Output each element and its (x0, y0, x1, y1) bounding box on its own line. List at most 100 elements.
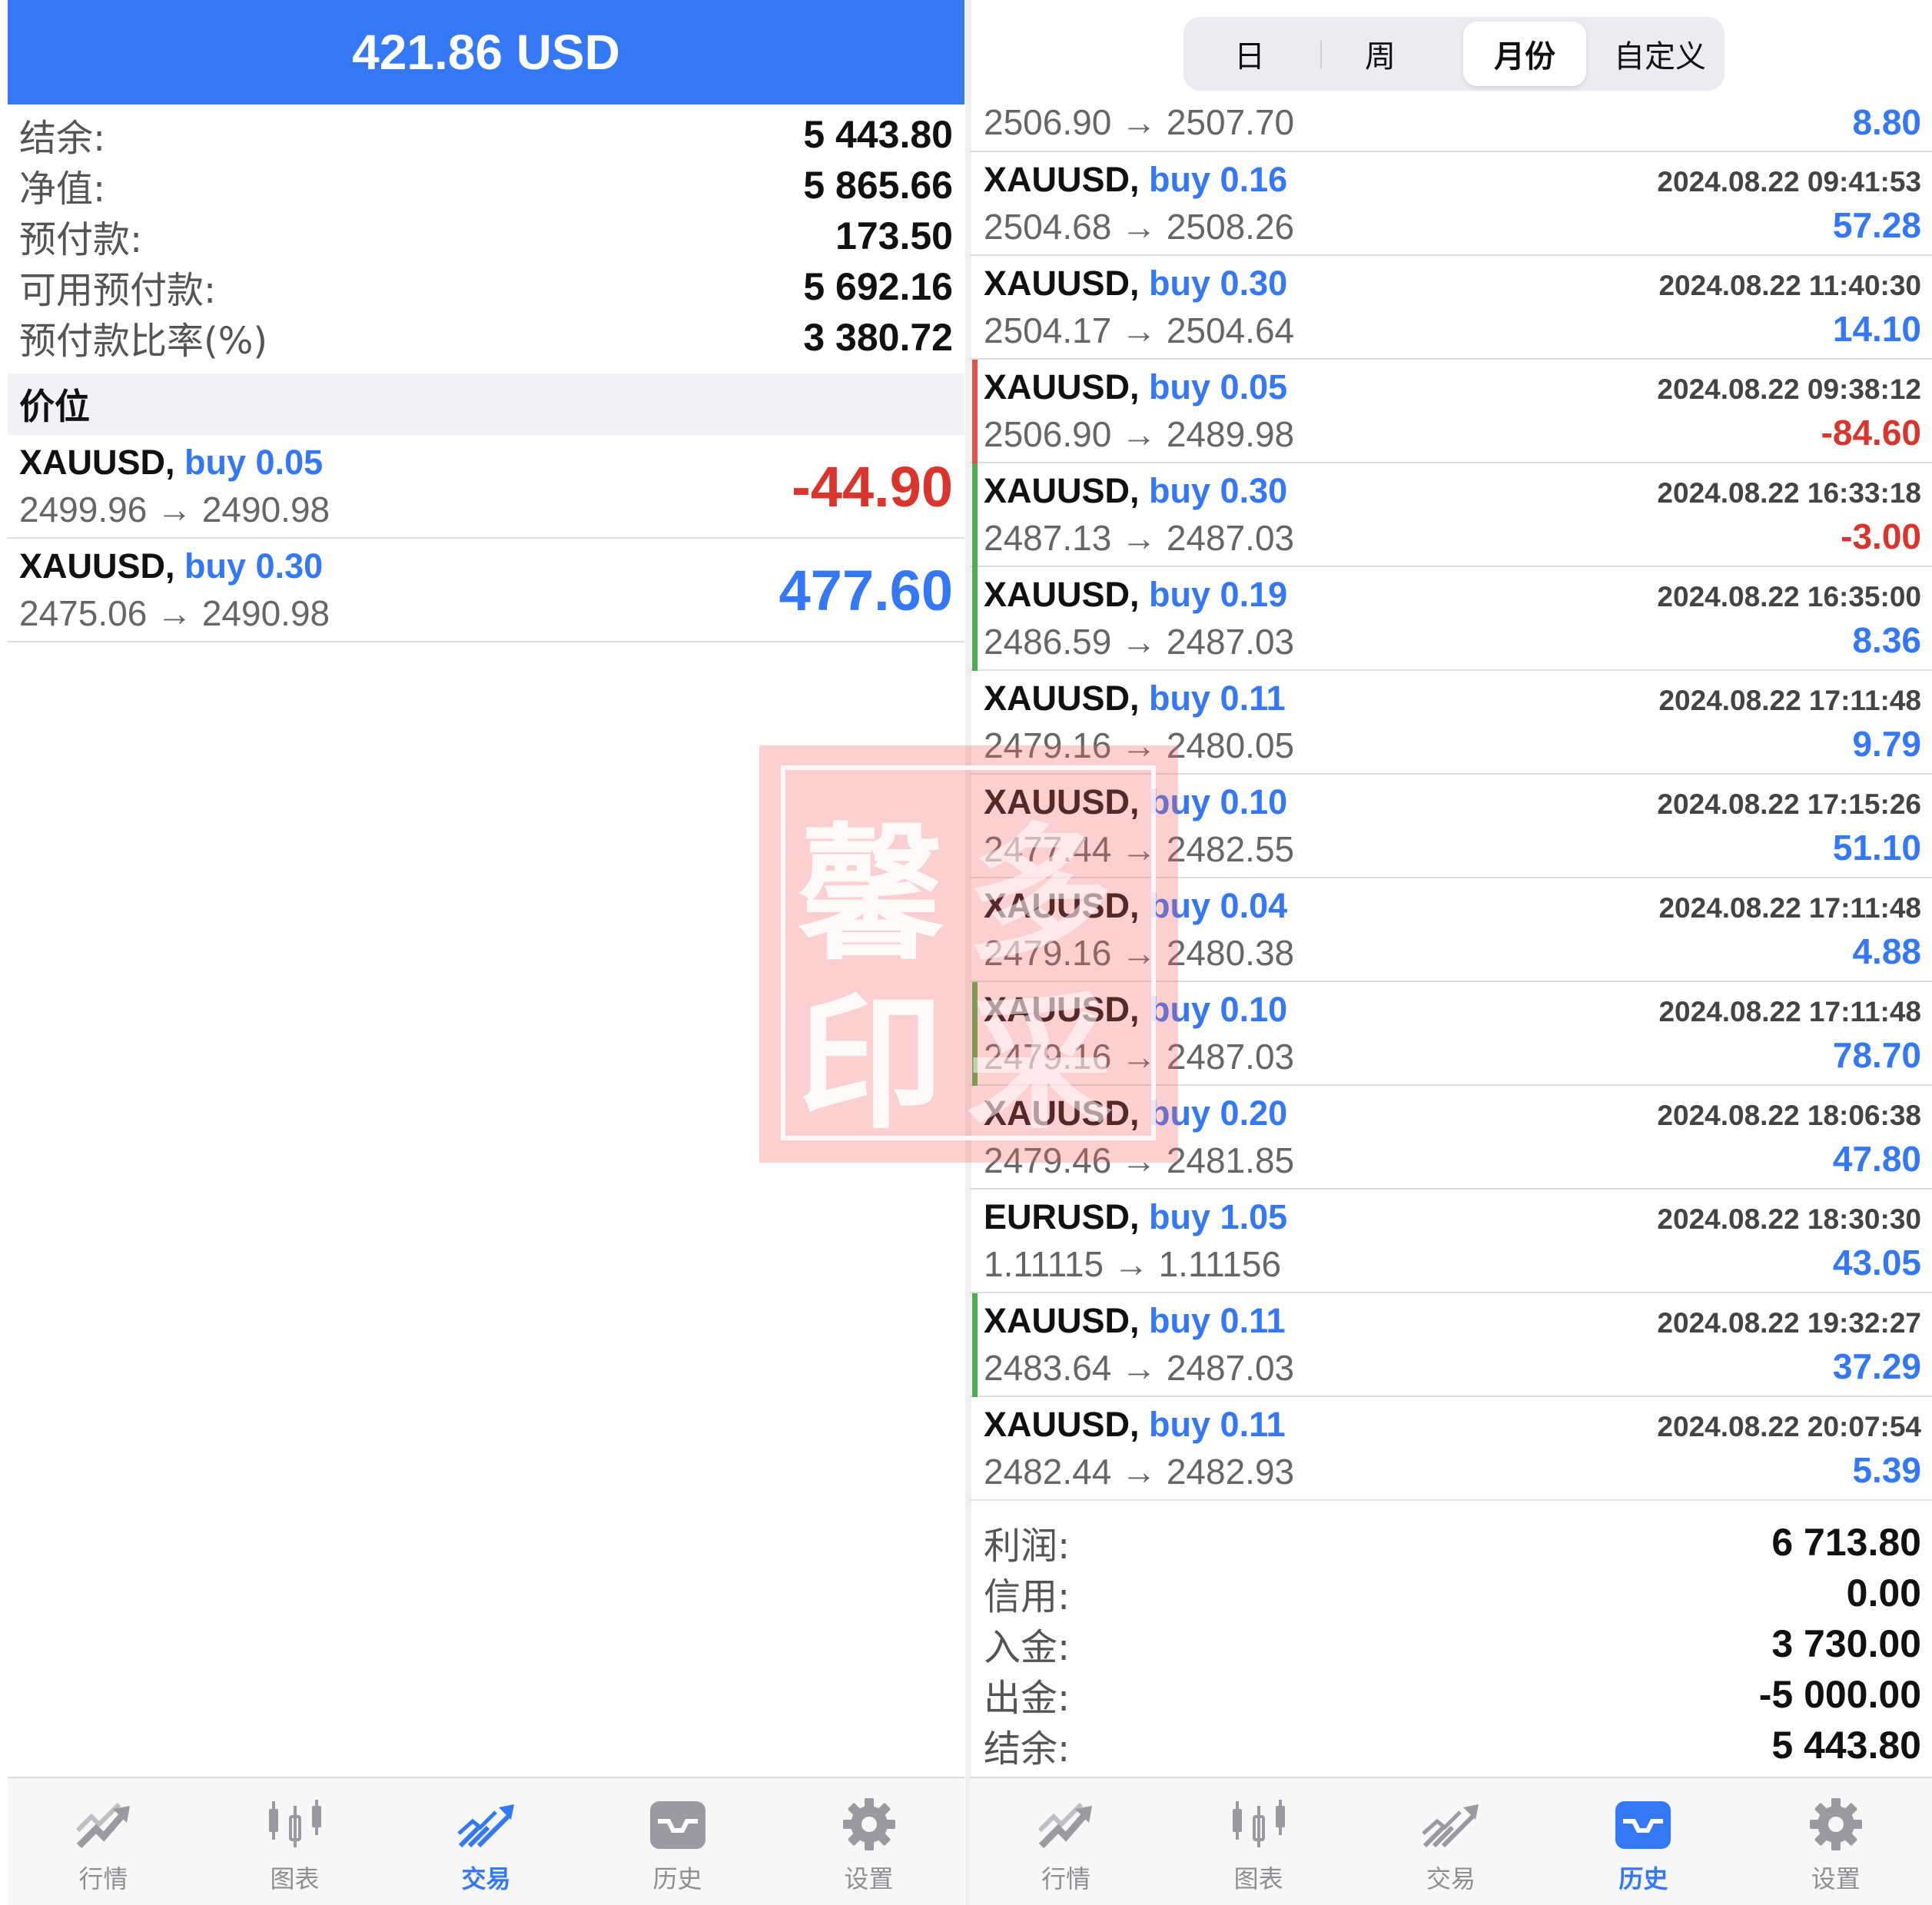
deal-symbol: XAUUSD, (984, 1301, 1140, 1340)
tab-label: 交易 (461, 1864, 511, 1893)
tab-history[interactable]: 历史 (1566, 1778, 1720, 1905)
position-action: buy 0.30 (184, 546, 324, 586)
deal-action: buy 0.19 (1149, 575, 1288, 614)
deal-profit: 9.79 (1852, 724, 1921, 764)
position-symbol: XAUUSD, (19, 443, 175, 482)
tab-label: 行情 (78, 1864, 128, 1893)
segment-day[interactable]: 日 (1188, 22, 1311, 86)
price-range: 2487.13 → 2487.03 (984, 518, 1295, 558)
row-marker (972, 1293, 978, 1397)
position-row[interactable]: XAUUSD, buy 0.30 2475.06 → 2490.98 477.60 (8, 539, 964, 642)
deal-action: buy 0.30 (1149, 471, 1288, 510)
tab-quotes[interactable]: 行情 (989, 1778, 1143, 1905)
segment-custom[interactable]: 自定义 (1598, 22, 1721, 86)
period-segmented-control: 日周月份 自定义 (1183, 17, 1725, 91)
trade-icon (456, 1778, 517, 1854)
deal-symbol: XAUUSD, (984, 367, 1140, 407)
totals-label: 结余: (984, 1727, 1071, 1771)
summary-value: 5 443.80 (803, 113, 953, 156)
deal-profit: 4.88 (1852, 931, 1921, 971)
tab-history[interactable]: 历史 (601, 1778, 755, 1905)
summary-value: 5 692.16 (803, 265, 953, 308)
summary-label: 可用预付款: (19, 269, 217, 312)
history-row[interactable]: XAUUSD, buy 0.11 2024.08.22 19:32:27 2483.… (970, 1293, 1932, 1397)
tab-chart[interactable]: 图表 (1182, 1778, 1336, 1905)
history-row[interactable]: XAUUSD, buy 0.30 2024.08.22 11:40:30 2504.… (970, 256, 1932, 360)
position-action: buy 0.05 (184, 443, 324, 482)
chart-icon (1228, 1778, 1290, 1854)
totals-label: 出金: (984, 1677, 1071, 1720)
history-row-partial[interactable]: 2506.90 → 2507.70 8.80 (970, 102, 1932, 152)
deal-profit: -3.00 (1841, 516, 1921, 556)
history-row[interactable]: XAUUSD, buy 0.05 2024.08.22 09:38:12 2506.… (970, 360, 1932, 463)
price-range: 2506.90 → 2507.70 (984, 102, 1295, 142)
deal-action: buy 1.05 (1149, 1197, 1288, 1236)
position-symbol: XAUUSD, (19, 546, 175, 586)
history-row[interactable]: XAUUSD, buy 0.11 2024.08.22 20:07:54 2482.… (970, 1397, 1932, 1501)
segment-separator (1320, 40, 1322, 69)
tab-settings[interactable]: 设置 (792, 1778, 946, 1905)
settings-icon (1805, 1778, 1867, 1854)
totals-value: 0.00 (1846, 1571, 1921, 1615)
tab-bar: 行情 图表 交易 历史 设置 (8, 1777, 964, 1905)
history-row[interactable]: XAUUSD, buy 0.19 2024.08.22 16:35:00 2486.… (970, 567, 1932, 671)
tab-trade[interactable]: 交易 (410, 1778, 563, 1905)
deal-profit: 43.05 (1832, 1243, 1921, 1283)
deal-symbol: XAUUSD, (984, 575, 1140, 614)
history-icon (1612, 1778, 1674, 1854)
deal-symbol: XAUUSD, (984, 471, 1140, 510)
deal-profit: 14.10 (1832, 309, 1921, 349)
deal-action: buy 0.11 (1149, 1405, 1286, 1444)
deal-symbol: XAUUSD, (984, 160, 1140, 199)
deal-profit: -84.60 (1821, 413, 1921, 453)
history-row[interactable]: XAUUSD, buy 0.30 2024.08.22 16:33:18 2487.… (970, 463, 1932, 567)
deal-symbol: EURUSD, (984, 1197, 1140, 1236)
history-row[interactable]: XAUUSD, buy 0.16 2024.08.22 09:41:53 2504.… (970, 152, 1932, 256)
segment-week[interactable]: 周 (1319, 22, 1442, 86)
chart-icon (264, 1778, 326, 1854)
deal-symbol: XAUUSD, (984, 264, 1140, 303)
tab-label: 图表 (270, 1864, 320, 1893)
price-range: 2499.96 → 2490.98 (19, 490, 330, 529)
summary-row: 预付款比率(%) 3 380.72 (19, 312, 953, 363)
deal-title: XAUUSD, buy 0.19 (984, 575, 1287, 615)
tab-quotes[interactable]: 行情 (27, 1778, 181, 1905)
deal-title: XAUUSD, buy 0.30 (984, 471, 1287, 511)
deal-time: 2024.08.22 17:11:48 (1658, 892, 1921, 924)
history-row[interactable]: EURUSD, buy 1.05 2024.08.22 18:30:30 1.111… (970, 1190, 1932, 1293)
segment-month[interactable]: 月份 (1463, 22, 1586, 86)
price-range: 1.11115 → 1.11156 (984, 1244, 1282, 1284)
deal-time: 2024.08.22 18:06:38 (1657, 1100, 1921, 1131)
tab-label: 设置 (1811, 1864, 1861, 1893)
tab-trade[interactable]: 交易 (1374, 1778, 1528, 1905)
position-profit: -44.90 (792, 455, 953, 519)
tab-settings[interactable]: 设置 (1759, 1778, 1913, 1905)
tab-bar: 行情 图表 交易 历史 设置 (970, 1777, 1932, 1905)
tab-label: 行情 (1041, 1864, 1091, 1893)
deal-time: 2024.08.22 09:41:53 (1657, 166, 1921, 197)
summary-row: 净值: 5 865.66 (19, 160, 953, 211)
deal-title: XAUUSD, buy 0.30 (984, 264, 1287, 304)
quotes-icon (73, 1778, 134, 1854)
position-row[interactable]: XAUUSD, buy 0.05 2499.96 → 2490.98 -44.90 (8, 435, 964, 539)
totals-row: 结余: 5 443.80 (984, 1720, 1921, 1771)
price-range: 2506.90 → 2489.98 (984, 414, 1295, 454)
price-range: 2482.44 → 2482.93 (984, 1452, 1295, 1492)
tab-chart[interactable]: 图表 (218, 1778, 372, 1905)
totals-label: 信用: (984, 1575, 1071, 1618)
row-marker (972, 463, 978, 567)
deal-time: 2024.08.22 09:38:12 (1657, 373, 1921, 405)
price-range: 2475.06 → 2490.98 (19, 593, 330, 633)
deal-profit: 51.10 (1832, 828, 1921, 868)
deal-profit: 57.28 (1832, 205, 1921, 245)
deal-profit: 5.39 (1852, 1450, 1921, 1490)
deal-profit: 8.80 (1852, 102, 1921, 142)
totals-label: 利润: (984, 1525, 1071, 1568)
summary-value: 3 380.72 (803, 316, 953, 359)
trade-icon (1420, 1778, 1482, 1854)
deal-time: 2024.08.22 16:33:18 (1657, 477, 1921, 509)
deal-time: 2024.08.22 16:35:00 (1657, 581, 1921, 612)
stamp-char: 采 (967, 977, 1114, 1149)
price-range: 2486.59 → 2487.03 (984, 622, 1295, 662)
positions-section-title: 价位 (8, 373, 964, 435)
